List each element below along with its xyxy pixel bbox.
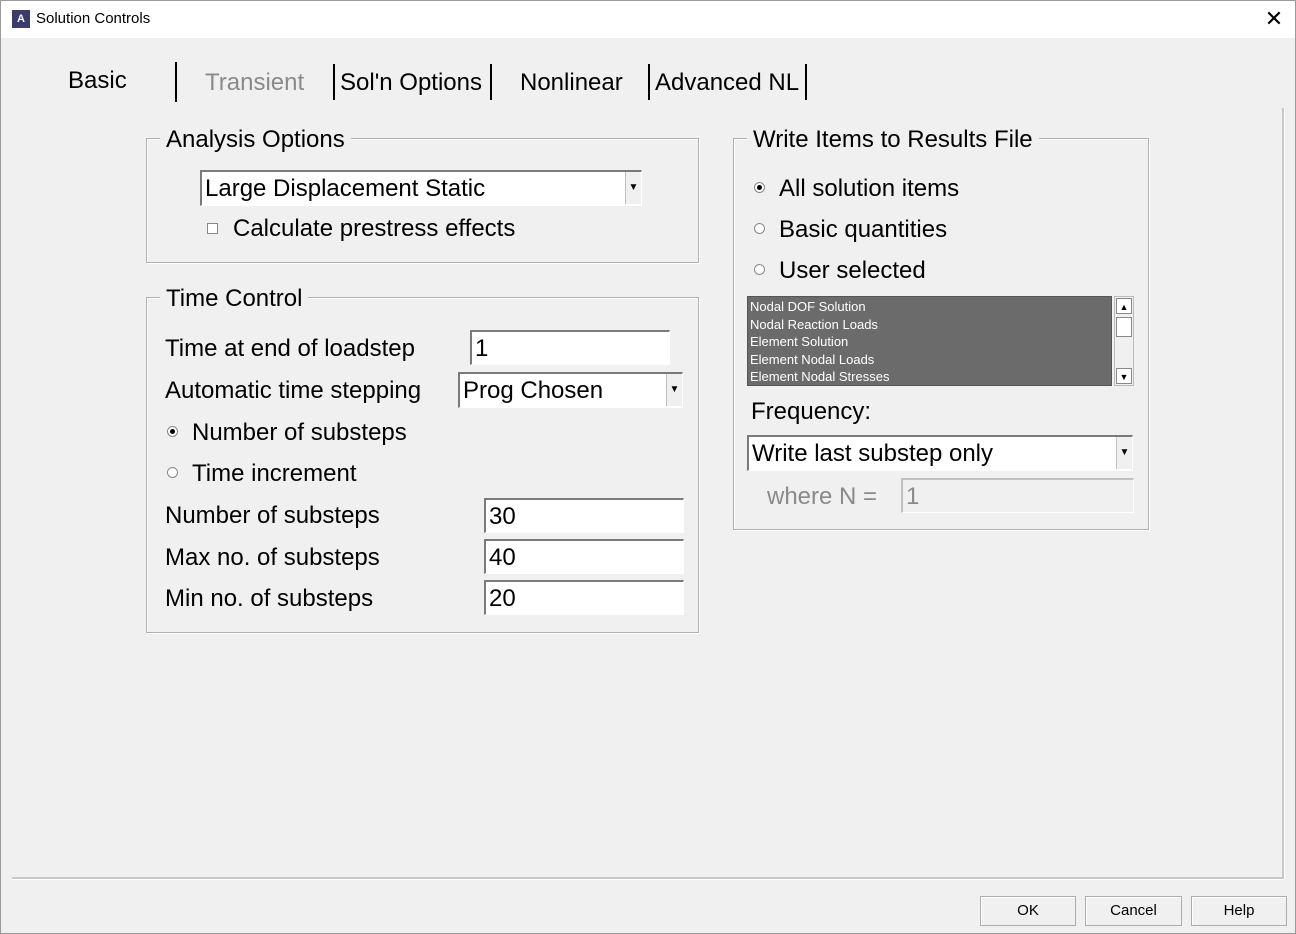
tab-divider — [648, 64, 650, 100]
ok-button[interactable]: OK — [980, 896, 1076, 926]
radio-number-of-substeps[interactable] — [167, 426, 178, 437]
tab-nonlinear[interactable]: Nonlinear — [520, 68, 623, 98]
results-file-title: Write Items to Results File — [747, 125, 1039, 155]
results-items-listbox[interactable]: Nodal DOF Solution Nodal Reaction Loads … — [747, 296, 1112, 386]
min-substeps-input[interactable]: 20 — [484, 580, 684, 615]
prestress-label: Calculate prestress effects — [233, 215, 516, 242]
time-end-input[interactable]: 1 — [470, 330, 670, 365]
radio-all-solution-items[interactable] — [754, 182, 765, 193]
analysis-type-value: Large Displacement Static — [205, 175, 486, 202]
radio-basic-quantities[interactable] — [754, 223, 765, 234]
close-icon[interactable]: ✕ — [1262, 6, 1286, 32]
frequency-label: Frequency: — [751, 398, 872, 425]
min-substeps-label: Min no. of substeps — [165, 585, 374, 612]
window-title: Solution Controls — [36, 10, 151, 27]
num-substeps-input[interactable]: 30 — [484, 498, 684, 533]
where-n-label: where N = — [767, 483, 878, 510]
max-substeps-label: Max no. of substeps — [165, 544, 380, 571]
tab-advanced-nl[interactable]: Advanced NL — [655, 68, 799, 98]
list-item[interactable]: Element Solution — [748, 333, 1111, 351]
tab-soln-options[interactable]: Sol'n Options — [340, 68, 482, 98]
panel-border-bottom — [12, 877, 1284, 880]
tab-basic[interactable]: Basic — [68, 66, 127, 96]
auto-step-dropdown[interactable]: Prog Chosen ▼ — [458, 372, 683, 408]
tab-divider — [490, 64, 492, 100]
num-substeps-label: Number of substeps — [165, 502, 380, 529]
scroll-down-icon[interactable]: ▼ — [1116, 368, 1132, 384]
panel-border-right — [1282, 108, 1285, 878]
tab-transient: Transient — [205, 69, 305, 96]
list-item[interactable]: Element Nodal Loads — [748, 351, 1111, 369]
radio-basic-quantities-label: Basic quantities — [779, 216, 948, 243]
radio-all-solution-items-label: All solution items — [779, 175, 960, 202]
tab-divider — [805, 64, 807, 100]
analysis-type-dropdown[interactable]: Large Displacement Static ▼ — [200, 170, 642, 206]
radio-user-selected[interactable] — [754, 264, 765, 275]
scroll-up-icon[interactable]: ▲ — [1116, 298, 1132, 314]
radio-time-increment[interactable] — [167, 467, 178, 478]
chevron-down-icon[interactable]: ▼ — [666, 374, 682, 406]
scrollbar-thumb[interactable] — [1116, 317, 1132, 337]
radio-time-increment-label: Time increment — [192, 460, 357, 487]
frequency-dropdown[interactable]: Write last substep only ▼ — [747, 435, 1133, 471]
analysis-options-title: Analysis Options — [160, 125, 351, 155]
auto-step-value: Prog Chosen — [463, 377, 604, 404]
radio-user-selected-label: User selected — [779, 257, 926, 284]
frequency-value: Write last substep only — [752, 440, 993, 467]
max-substeps-input[interactable]: 40 — [484, 539, 684, 574]
list-item[interactable]: Nodal Reaction Loads — [748, 316, 1111, 334]
title-bar — [0, 0, 1296, 38]
chevron-down-icon[interactable]: ▼ — [1116, 437, 1132, 469]
tab-divider — [333, 64, 335, 100]
where-n-input: 1 — [901, 478, 1134, 513]
list-item[interactable]: Nodal DOF Solution — [748, 298, 1111, 316]
app-icon: A — [12, 10, 30, 28]
time-control-title: Time Control — [160, 284, 309, 314]
radio-number-of-substeps-label: Number of substeps — [192, 419, 407, 446]
time-end-label: Time at end of loadstep — [165, 335, 415, 362]
tab-divider — [175, 62, 177, 102]
list-item[interactable]: Element Nodal Stresses — [748, 368, 1111, 386]
help-button[interactable]: Help — [1191, 896, 1287, 926]
prestress-checkbox[interactable] — [207, 223, 218, 234]
cancel-button[interactable]: Cancel — [1085, 896, 1182, 926]
auto-step-label: Automatic time stepping — [165, 377, 422, 404]
chevron-down-icon[interactable]: ▼ — [625, 172, 641, 204]
